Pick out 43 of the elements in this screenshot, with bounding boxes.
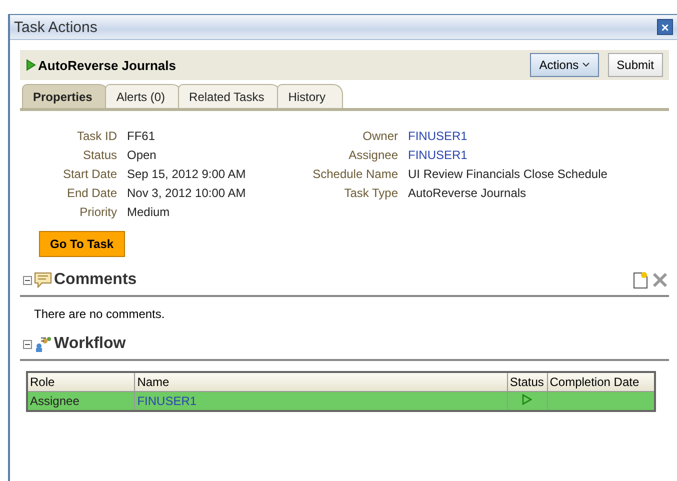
field-label: End Date: [66, 186, 117, 200]
section-title: Comments: [54, 271, 137, 289]
column-header: Role: [27, 372, 135, 392]
field-value: Nov 3, 2012 10:00 AM: [127, 186, 247, 200]
user-link[interactable]: FINUSER1: [408, 148, 640, 162]
field-value: FF61: [127, 129, 156, 143]
field-label: Assignee: [348, 148, 398, 162]
add-note-icon[interactable]: [633, 271, 649, 289]
column-header: Status: [507, 372, 548, 392]
field-label: Priority: [78, 205, 117, 219]
field-value: Sep 15, 2012 9:00 AM: [127, 167, 247, 181]
people-icon: [34, 335, 52, 353]
user-link[interactable]: FINUSER1: [134, 392, 508, 411]
close-button[interactable]: ×: [657, 19, 673, 35]
user-link[interactable]: FINUSER1: [408, 129, 640, 143]
submit-button[interactable]: Submit: [608, 53, 663, 77]
collapse-icon[interactable]: [23, 276, 32, 284]
tab[interactable]: History: [277, 84, 343, 108]
empty-message: There are no comments.: [33, 306, 166, 321]
field-label: Schedule Name: [312, 167, 398, 181]
field-value: UI Review Financials Close Schedule: [408, 167, 608, 181]
caret-icon: [582, 62, 590, 68]
field-label: Task ID: [76, 129, 117, 143]
play-icon: [522, 394, 532, 405]
field-value: Medium: [127, 205, 171, 219]
actions-menu-button[interactable]: Actions: [530, 53, 599, 77]
field-label: Status: [82, 148, 117, 162]
table-cell: Assignee: [27, 392, 135, 411]
field-value: AutoReverse Journals: [408, 186, 528, 200]
field-label: Task Type: [343, 186, 398, 200]
task-title: AutoReverse Journals: [38, 58, 176, 72]
play-icon: [26, 59, 36, 71]
field-label: Start Date: [62, 167, 117, 181]
window-title: Task Actions: [14, 18, 98, 36]
go-to-task-button[interactable]: Go To Task: [39, 231, 125, 257]
column-header: Name: [134, 372, 508, 392]
field-label: Owner: [362, 129, 398, 143]
section-title: Workflow: [54, 335, 126, 353]
speech-bubble-icon: [34, 272, 52, 288]
collapse-icon[interactable]: [23, 340, 32, 348]
table-row[interactable]: Assignee FINUSER1: [27, 392, 655, 411]
column-header: Completion Date: [547, 372, 655, 392]
field-value: Open: [127, 148, 158, 162]
